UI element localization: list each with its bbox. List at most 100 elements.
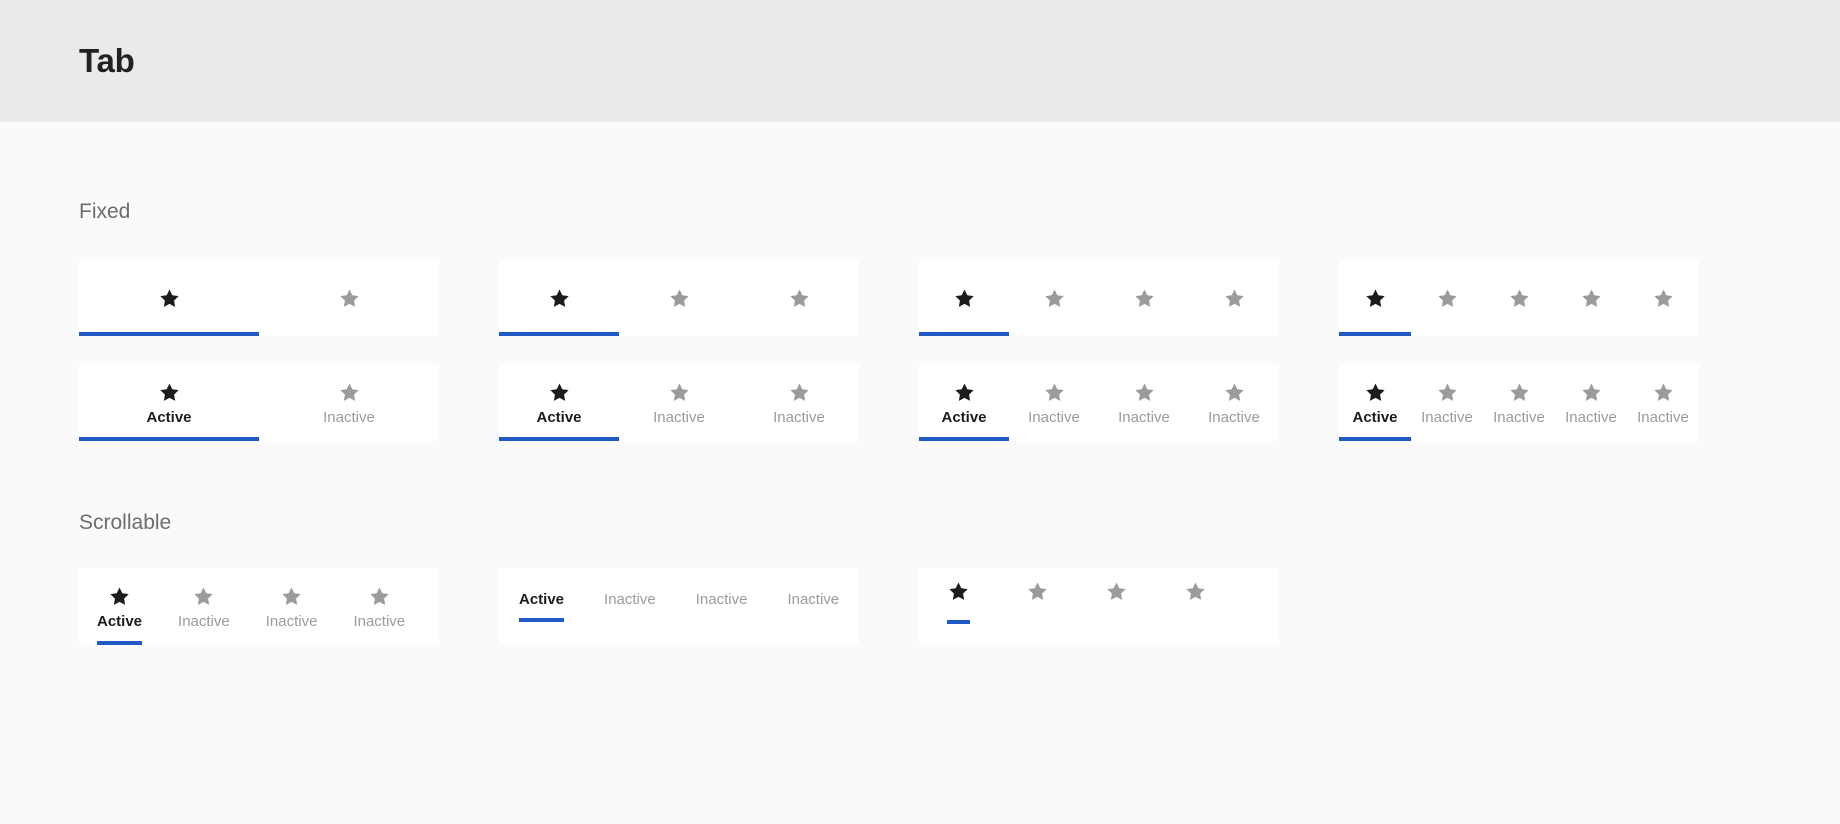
tab-strip[interactable]: Active Inactive — [79, 364, 439, 441]
tab-active[interactable]: Active — [1339, 364, 1411, 441]
tab-label: Inactive — [1421, 409, 1473, 426]
tab-label: Inactive — [353, 613, 406, 630]
star-icon — [1652, 287, 1675, 310]
tab-inactive[interactable]: Inactive — [259, 364, 439, 441]
tab-inactive[interactable]: Inactive — [676, 568, 768, 622]
tab-label: Inactive — [1028, 409, 1080, 426]
active-tab-indicator — [79, 332, 259, 336]
tab-inactive[interactable]: Inactive — [584, 568, 676, 622]
tab-label: Inactive — [1118, 409, 1170, 426]
tab-inactive[interactable]: Inactive — [1009, 364, 1099, 441]
active-tab-indicator — [919, 332, 1009, 336]
tab-label: Inactive — [787, 591, 840, 608]
tab-inactive[interactable] — [1077, 568, 1156, 624]
tab-inactive[interactable] — [259, 259, 439, 336]
tab-label: Inactive — [178, 613, 230, 630]
star-icon — [1508, 287, 1531, 310]
tab-card: Active Inactive — [79, 364, 439, 441]
tab-strip[interactable] — [499, 259, 859, 336]
tab-inactive[interactable] — [619, 259, 739, 336]
tab-label: Active — [519, 591, 565, 608]
tab-label: Inactive — [265, 613, 318, 630]
active-tab-indicator — [79, 437, 259, 441]
star-icon — [1508, 381, 1531, 404]
tab-label: Active — [941, 409, 987, 426]
tab-strip[interactable]: Active Inactive Inactive Inactive — [499, 568, 859, 622]
tab-active[interactable]: Active — [919, 364, 1009, 441]
tab-inactive[interactable]: Inactive — [1411, 364, 1483, 441]
tab-active[interactable] — [499, 259, 619, 336]
active-tab-indicator — [1339, 332, 1411, 336]
star-icon — [158, 381, 181, 404]
tab-inactive[interactable] — [1009, 259, 1099, 336]
star-icon — [192, 585, 215, 608]
star-icon — [368, 585, 391, 608]
tab-inactive[interactable] — [1627, 259, 1699, 336]
tab-strip[interactable]: Active Inactive Inactive Inactive — [919, 364, 1279, 441]
tab-card: Active Inactive Inactive Inactive — [79, 568, 439, 645]
star-icon — [1043, 287, 1066, 310]
star-icon — [1652, 381, 1675, 404]
tab-active[interactable]: Active — [499, 568, 584, 622]
tab-active[interactable] — [79, 259, 259, 336]
tab-label: Active — [146, 409, 192, 426]
tab-inactive[interactable] — [1099, 259, 1189, 336]
tab-card — [1339, 259, 1699, 336]
tab-inactive[interactable]: Inactive — [1555, 364, 1627, 441]
star-icon — [548, 381, 571, 404]
tab-inactive[interactable]: Inactive — [1189, 364, 1279, 441]
tab-inactive[interactable] — [739, 259, 859, 336]
tab-strip[interactable] — [919, 259, 1279, 336]
tab-inactive[interactable] — [1483, 259, 1555, 336]
star-icon — [947, 580, 970, 603]
tab-inactive[interactable]: Inactive — [248, 568, 336, 645]
tab-active[interactable] — [1339, 259, 1411, 336]
tab-inactive[interactable] — [1411, 259, 1483, 336]
star-icon — [1133, 381, 1156, 404]
star-icon — [280, 585, 303, 608]
tab-inactive[interactable]: Inactive — [1099, 364, 1189, 441]
tab-inactive[interactable]: Inactive — [619, 364, 739, 441]
tab-inactive[interactable] — [998, 568, 1077, 624]
star-icon — [1026, 580, 1049, 603]
tab-inactive[interactable] — [1189, 259, 1279, 336]
tab-strip[interactable] — [79, 259, 439, 336]
tab-card: Active Inactive Inactive — [499, 364, 859, 441]
tab-active[interactable] — [919, 568, 998, 624]
tab-card: Active Inactive Inactive Inactive Inactive — [1339, 364, 1699, 441]
tab-inactive[interactable]: Inactive — [739, 364, 859, 441]
tab-label: Inactive — [1565, 409, 1617, 426]
tab-active[interactable]: Active — [79, 568, 160, 645]
tab-active[interactable]: Active — [79, 364, 259, 441]
tab-active[interactable] — [919, 259, 1009, 336]
star-icon — [1364, 287, 1387, 310]
tab-inactive[interactable] — [1156, 568, 1235, 624]
tab-inactive[interactable]: Inactive — [160, 568, 248, 645]
tab-inactive[interactable]: Inactive — [1483, 364, 1555, 441]
tab-inactive[interactable]: Inactive — [767, 568, 859, 622]
tab-strip[interactable] — [919, 568, 1279, 624]
tab-active[interactable]: Active — [499, 364, 619, 441]
tab-strip[interactable] — [1339, 259, 1699, 336]
tab-inactive[interactable] — [1555, 259, 1627, 336]
tab-label: Inactive — [1637, 409, 1689, 426]
section-label-fixed: Fixed — [79, 200, 131, 223]
section-label-scrollable: Scrollable — [79, 511, 172, 534]
active-tab-indicator — [1339, 437, 1411, 441]
tab-strip[interactable]: Active Inactive Inactive Inactive Inactive — [1339, 364, 1699, 441]
page-title: Tab — [79, 42, 135, 79]
tab-inactive[interactable]: Inactive — [335, 568, 423, 645]
tab-strip[interactable]: Active Inactive Inactive Inactive — [79, 568, 439, 645]
star-icon — [1133, 287, 1156, 310]
star-icon — [1364, 381, 1387, 404]
tab-inactive[interactable]: Inactive — [1627, 364, 1699, 441]
tab-label: Inactive — [1208, 409, 1260, 426]
active-tab-indicator — [919, 437, 1009, 441]
star-icon — [668, 381, 691, 404]
tab-strip[interactable]: Active Inactive Inactive — [499, 364, 859, 441]
tab-label: Inactive — [653, 409, 705, 426]
active-tab-indicator — [97, 641, 143, 645]
tab-label: Inactive — [695, 591, 748, 608]
page-body: Fixed Active Inactive Active Inactive Inacti… — [0, 122, 1840, 645]
star-icon — [108, 585, 131, 608]
